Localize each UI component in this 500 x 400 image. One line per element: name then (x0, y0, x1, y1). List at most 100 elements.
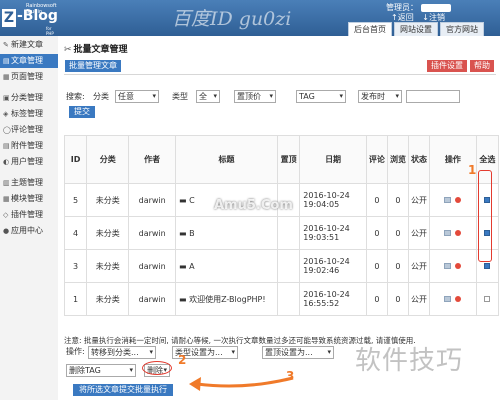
sticky-set-select[interactable]: 置顶设置为... (262, 346, 334, 359)
ops-label: 操作: (66, 347, 85, 356)
category-select[interactable]: 任意 (115, 90, 159, 103)
cell-category: 未分类 (86, 282, 130, 316)
col-views: 浏览 (386, 135, 410, 184)
sidebar-item-tag-manage[interactable]: ◈ 标签管理 (0, 107, 58, 121)
sidebar-item-new-article[interactable]: ✎ 新建文章 (0, 38, 58, 52)
title-text: A (189, 261, 195, 271)
sidebar-item-label: 应用中心 (11, 226, 43, 235)
sidebar-item-label: 新建文章 (11, 40, 43, 49)
cell-sticky (277, 249, 301, 283)
back-link[interactable]: ↑返回 (391, 13, 414, 22)
col-category: 分类 (86, 135, 130, 184)
sidebar-item-label: 文章管理 (11, 56, 43, 65)
cell-category: 未分类 (86, 183, 130, 217)
cell-comments: 0 (365, 183, 388, 217)
sidebar-item-label: 模块管理 (11, 194, 43, 203)
tab-official-site[interactable]: 官方网站 (440, 22, 484, 36)
sidebar-item-app-center[interactable]: ● 应用中心 (0, 224, 58, 238)
row-checkbox[interactable] (484, 262, 491, 269)
sidebar-item-user-manage[interactable]: ◐ 用户管理 (0, 155, 58, 169)
delete-highlight-ellipse (142, 361, 172, 375)
sidebar-item-label: 评论管理 (11, 125, 43, 134)
delete-icon[interactable] (455, 262, 462, 269)
module-manage-icon: ▦ (3, 195, 10, 203)
sidebar-item-article-manage[interactable]: ▤文章管理 (0, 54, 58, 68)
col-sticky: 置顶 (277, 135, 301, 184)
sticky-select[interactable]: 置顶价 (234, 90, 276, 103)
edit-icon[interactable] (444, 196, 452, 203)
app-center-icon: ● (3, 227, 10, 235)
delete-icon[interactable] (455, 295, 462, 302)
cell-author: darwin (128, 249, 176, 283)
sidebar-item-page-manage[interactable]: ▦页面管理 (0, 70, 58, 84)
sidebar-item-label: 插件管理 (11, 210, 43, 219)
sidebar-item-category-manage[interactable]: ▣分类管理 (0, 91, 58, 105)
table-row: 1 未分类 darwin ▬ 欢迎使用Z-BlogPHP! 2016-10-24… (63, 282, 500, 316)
cell-author: darwin (128, 216, 176, 250)
batch-manage-tab[interactable]: 批量管理文章 (65, 60, 121, 72)
tools-icon: ✂ (64, 45, 72, 55)
publish-status-select[interactable]: 发布时 (358, 90, 402, 103)
type-select[interactable]: 全 (196, 90, 220, 103)
cell-sticky (277, 282, 301, 316)
sidebar-item-comment-manage[interactable]: ◯评论管理 (0, 123, 58, 137)
edit-icon[interactable] (444, 262, 452, 269)
corner-watermark: 软件技巧 (355, 346, 464, 376)
delete-icon[interactable] (455, 196, 462, 203)
logo-name: -Blog (17, 8, 58, 24)
plugin-settings-button[interactable]: 插件设置 (427, 60, 467, 72)
admin-username-redacted (420, 3, 451, 12)
type-label: 类型 (172, 92, 188, 101)
delete-icon[interactable] (455, 229, 462, 236)
sidebar-item-theme-manage[interactable]: ▥主题管理 (0, 176, 58, 190)
logout-link[interactable]: ↓注销 (422, 13, 445, 22)
title-text: B (189, 228, 195, 238)
sidebar-item-label: 附件管理 (11, 141, 43, 150)
cell-actions (429, 183, 477, 217)
cell-id: 1 (63, 282, 88, 316)
admin-label-text: 管理员： (386, 3, 418, 12)
cell-id: 3 (63, 249, 88, 283)
article-manage-icon: ▤ (3, 57, 10, 65)
user-manage-icon: ◐ (3, 158, 10, 166)
batch-execute-button[interactable]: 将所选文章提交批量执行 (73, 384, 173, 396)
sidebar-item-attachment-manage[interactable]: ▤附件管理 (0, 139, 58, 153)
col-author: 作者 (128, 135, 176, 184)
cell-id: 5 (63, 183, 88, 217)
cell-views: 0 (386, 216, 410, 250)
zblog-logo[interactable]: Rainbowsoft Studio Z -Blog for PHP (2, 2, 60, 36)
cell-comments: 0 (365, 216, 388, 250)
sidebar-item-module-manage[interactable]: ▦模块管理 (0, 192, 58, 206)
sidebar-item-label: 主题管理 (11, 178, 43, 187)
move-category-select[interactable]: 转移到分类... (88, 346, 156, 359)
category-label: 分类 (93, 92, 109, 101)
cell-views: 0 (386, 183, 410, 217)
arrow-icon (189, 376, 294, 391)
cell-title[interactable]: ▬ A (174, 249, 279, 283)
cell-date: 2016-10-24 19:03:51 (299, 216, 367, 250)
tab-site-settings[interactable]: 网站设置 (394, 22, 438, 36)
tag-select[interactable]: TAG (296, 90, 346, 103)
cell-status: 公开 (408, 282, 431, 316)
help-button[interactable]: 帮助 (470, 60, 494, 72)
articles-table: ID 分类 作者 标题 置顶 日期 评论 浏览 状态 操作 全选 5 未分类 d… (63, 135, 500, 316)
title-text: 欢迎使用Z-BlogPHP! (189, 294, 266, 304)
filter-submit-button[interactable]: 提交 (69, 106, 95, 118)
row-checkbox[interactable] (484, 295, 491, 302)
page-title: ✂ 批量文章管理 (64, 42, 128, 55)
article-icon: ▬ (178, 195, 190, 205)
cell-title[interactable]: ▬ B (174, 216, 279, 250)
search-input[interactable] (406, 90, 460, 103)
cell-author: darwin (128, 282, 176, 316)
logo-box: Z (2, 9, 16, 27)
col-title: 标题 (174, 135, 279, 184)
tab-dashboard[interactable]: 后台首页 (348, 22, 392, 36)
page-title-text: 批量文章管理 (73, 45, 128, 55)
cell-title[interactable]: ▬ 欢迎使用Z-BlogPHP! (174, 282, 279, 316)
edit-icon[interactable] (444, 229, 452, 236)
delete-tag-select[interactable]: 删除TAG (66, 364, 136, 377)
edit-icon[interactable] (444, 295, 452, 302)
table-header-row: ID 分类 作者 标题 置顶 日期 评论 浏览 状态 操作 全选 (63, 135, 500, 184)
sidebar-item-plugin-manage[interactable]: ◇ 插件管理 (0, 208, 58, 222)
category-manage-icon: ▣ (3, 94, 10, 102)
